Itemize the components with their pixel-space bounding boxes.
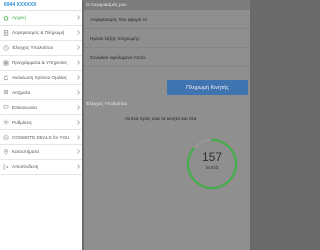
chevron-right-icon	[74, 100, 82, 114]
refill-icon	[0, 71, 12, 85]
sidebar-item-logout[interactable]: Αποσύνδεση	[0, 160, 82, 175]
settings-icon	[0, 115, 12, 129]
sidebar-item-label: Προγράμματα & Υπηρεσίες	[12, 60, 68, 66]
sidebar-item-label: Ανανέωση Χρόνου Ομιλίας	[12, 75, 67, 80]
sidebar-item-label: Ρυθμίσεις	[12, 119, 32, 125]
app-frame: 6944 XXXXXX Αρχική Λογαριασμός & Πληρωμή Έ…	[0, 0, 250, 250]
sidebar-item-label: COSMOTE DEALS for YOU	[12, 134, 70, 140]
sidebar-item-services[interactable]: Προγράμματα & Υπηρεσίες	[0, 56, 82, 71]
minutes-unit: λεπτά	[205, 166, 219, 171]
contact-icon	[0, 100, 12, 114]
sidebar-item-label: Αρχική	[12, 15, 26, 21]
chevron-right-icon	[74, 160, 82, 174]
gauge-ring-icon	[187, 139, 237, 189]
chevron-right-icon	[74, 26, 82, 40]
stores-icon	[0, 145, 12, 159]
sidebar-item-bill[interactable]: Λογαριασμός & Πληρωμή	[0, 26, 82, 41]
main-content: Ο Λογαριασμός μου Λογαριασμός που αφορά …	[82, 0, 250, 250]
sidebar-item-label: Αιτήματα	[12, 89, 31, 95]
sidebar-item-stores[interactable]: Καταστήματα	[0, 145, 82, 160]
sidebar-item-balance[interactable]: Έλεγχος Υπολοίπου	[0, 41, 82, 56]
chevron-right-icon	[74, 145, 82, 159]
chevron-right-icon	[74, 56, 82, 70]
sidebar-item-label: Έλεγχος Υπολοίπου	[12, 45, 54, 51]
balance-section-title: Έλεγχος Υπολοίπου	[86, 101, 128, 106]
sidebar-item-refill[interactable]: Ανανέωση Χρόνου Ομιλίας	[0, 71, 82, 86]
minutes-value: 157	[201, 150, 223, 164]
chevron-right-icon	[74, 85, 82, 99]
pay-mobile-button[interactable]: Πληρωμή Κινητής	[167, 80, 248, 95]
account-card: Λογαριασμός που αφορά το Ημ/νία λήξης πλ…	[84, 10, 250, 111]
sidebar-item-contact[interactable]: Επικοινωνία	[0, 100, 82, 116]
sidebar-item-label: Αποσύνδεση	[12, 164, 39, 170]
minutes-gauge[interactable]: 157 λεπτά	[185, 137, 239, 191]
deals-icon	[0, 130, 12, 144]
sidebar-list: Αρχική Λογαριασμός & Πληρωμή Έλεγχος Υπολο…	[0, 11, 82, 175]
usage-description: Λεπτά προς όλα τα κινητά και στα	[125, 117, 197, 122]
sidebar-item-settings[interactable]: Ρυθμίσεις	[0, 115, 82, 131]
sidebar-item-label: Επικοινωνία	[12, 104, 37, 110]
account-row-total-amount: Συνολικό οφειλόμενο ποσό:	[84, 48, 250, 67]
balance-icon	[0, 41, 12, 55]
sidebar-item-home[interactable]: Αρχική	[0, 11, 82, 26]
account-row-bill-period: Λογαριασμός που αφορά το	[84, 10, 250, 29]
account-section-title: Ο Λογαριασμός μου	[86, 2, 127, 7]
account-row-due-date: Ημ/νία λήξης πληρωμής:	[84, 29, 250, 48]
phone-number: 6944 XXXXXX	[0, 0, 82, 11]
chevron-right-icon	[74, 115, 82, 129]
chevron-right-icon	[74, 41, 82, 55]
sidebar-item-label: Λογαριασμός & Πληρωμή	[12, 30, 65, 36]
sidebar-item-label: Καταστήματα	[12, 149, 39, 155]
services-icon	[0, 56, 12, 70]
chevron-right-icon	[74, 11, 82, 25]
chevron-right-icon	[74, 71, 82, 85]
sidebar-item-requests[interactable]: Αιτήματα	[0, 85, 82, 101]
requests-icon	[0, 85, 12, 99]
bill-icon	[0, 26, 12, 40]
home-icon	[0, 11, 12, 25]
chevron-right-icon	[74, 130, 82, 144]
sidebar-menu: 6944 XXXXXX Αρχική Λογαριασμός & Πληρωμή Έ…	[0, 0, 82, 250]
sidebar-item-deals[interactable]: COSMOTE DEALS for YOU	[0, 130, 82, 146]
logout-icon	[0, 160, 12, 174]
